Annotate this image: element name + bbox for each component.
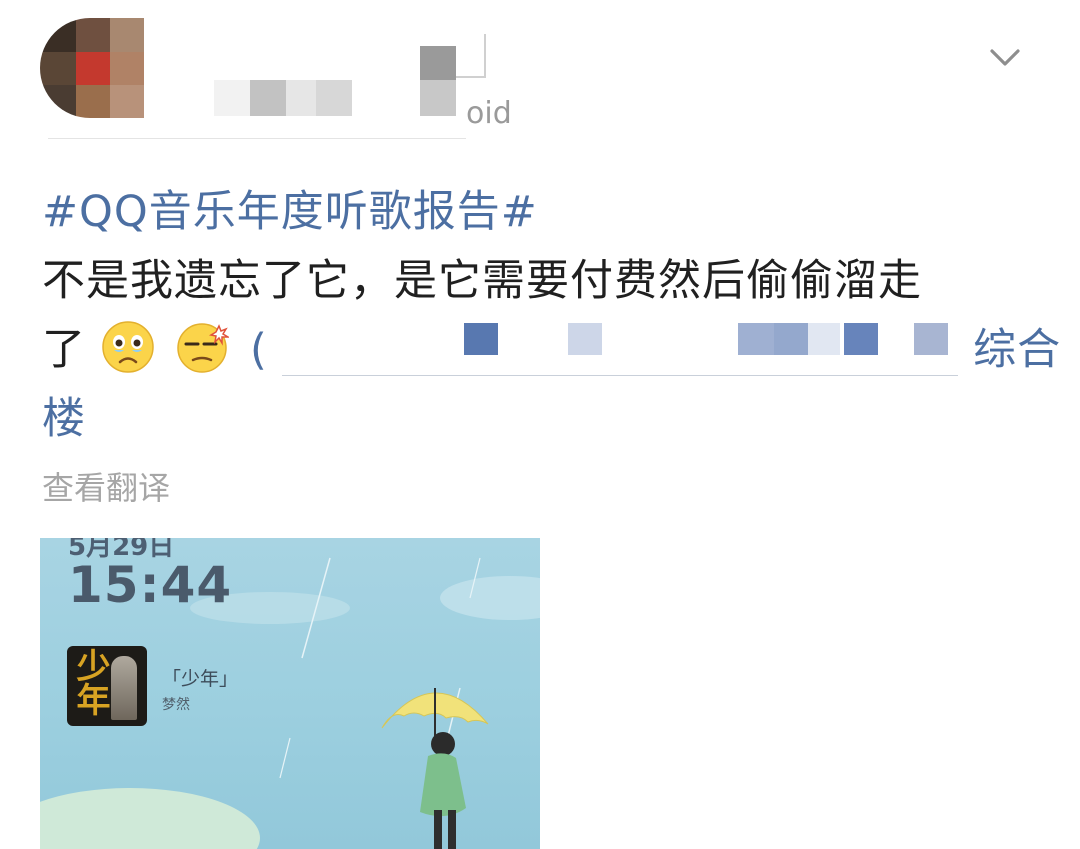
post-text: #QQ音乐年度听歌报告# 不是我遗忘了它，是它需要付费然后偷偷溜走 了 (综合…	[42, 178, 1060, 454]
post-line-2-start: 了	[42, 325, 86, 375]
mention-redacted[interactable]	[282, 321, 959, 376]
link-tail[interactable]: 综合	[973, 325, 1061, 375]
post-line-3[interactable]: 楼	[42, 385, 1042, 454]
crying-face-emoji	[101, 321, 154, 373]
song-title: 「少年」	[162, 668, 239, 690]
album-figure	[111, 656, 137, 720]
chevron-down-icon[interactable]	[986, 38, 1024, 76]
post-line-2: 了 ( 综合	[42, 316, 1060, 385]
lockscreen-time: 15:44	[68, 556, 233, 614]
translate-button[interactable]: 查看翻译	[42, 463, 170, 509]
hashtag-link[interactable]: #QQ音乐年度听歌报告#	[42, 178, 1042, 247]
album-art-text: 少年	[70, 648, 110, 716]
annoyed-face-emoji	[177, 323, 230, 373]
album-cover: 少年	[67, 646, 147, 726]
song-artist: 梦然	[162, 697, 190, 713]
avatar[interactable]	[40, 18, 144, 118]
mention-start[interactable]: (	[250, 325, 268, 375]
attached-image[interactable]: 5月29日 15:44 少年 「少年」 梦然	[40, 538, 540, 849]
meta-text: oid	[466, 96, 512, 131]
post-line-1: 不是我遗忘了它，是它需要付费然后偷偷溜走	[42, 256, 922, 306]
